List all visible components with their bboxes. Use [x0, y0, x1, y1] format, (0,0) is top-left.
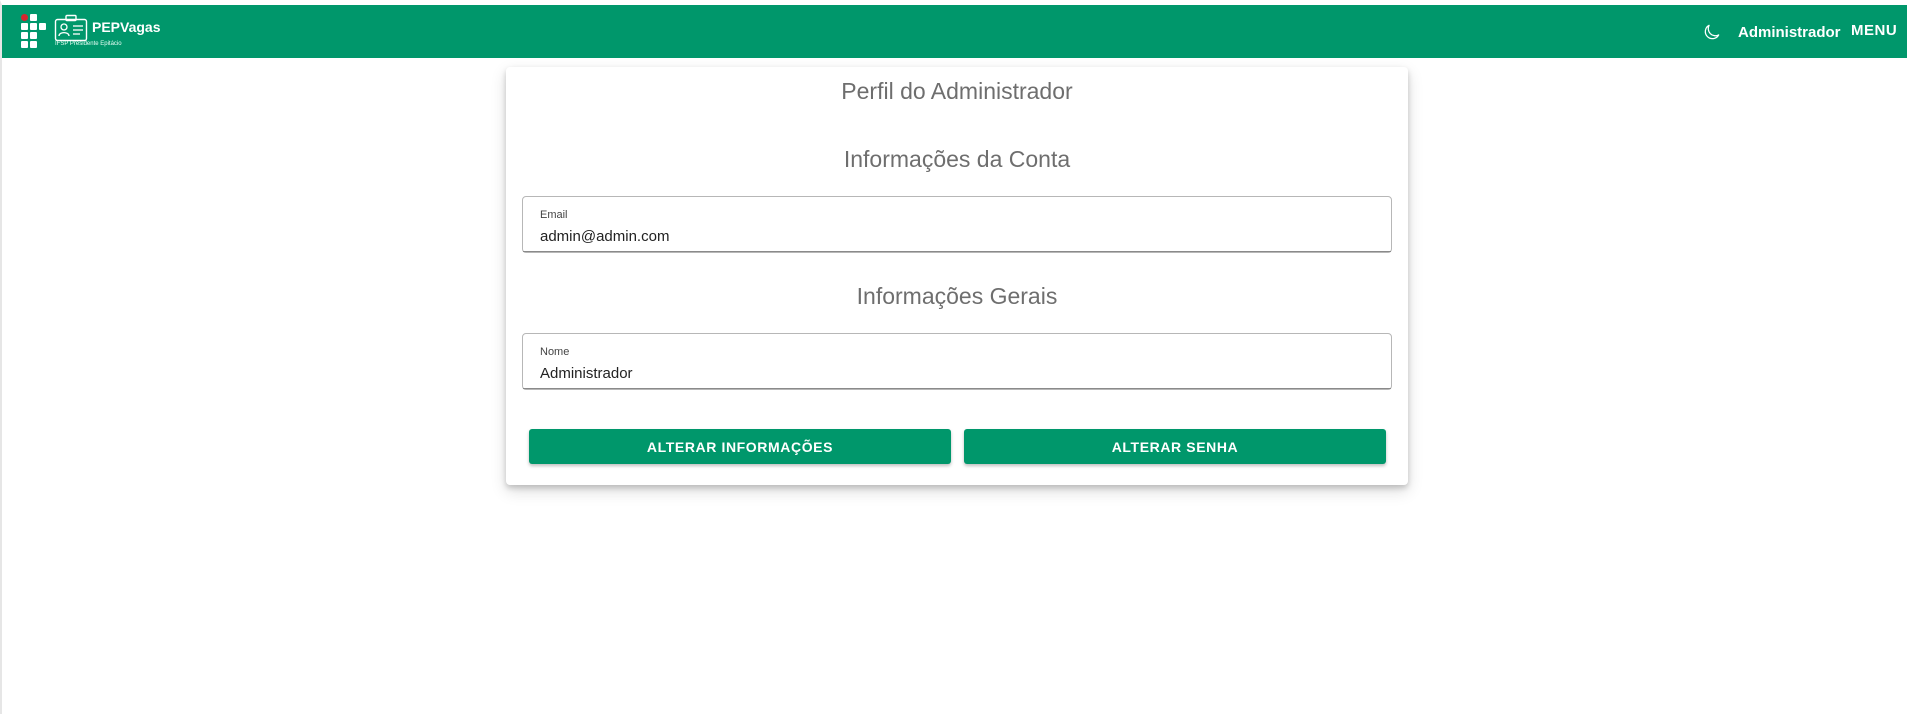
name-value[interactable]: Administrador: [540, 365, 633, 382]
profile-card: Perfil do Administrador Informações da C…: [506, 67, 1408, 485]
email-field[interactable]: Email admin@admin.com: [522, 196, 1392, 253]
brand-title[interactable]: PEPVagas: [92, 19, 161, 35]
top-app-bar: PEPVagas IFSP Presidente Epitácio Admini…: [2, 5, 1907, 58]
change-password-button[interactable]: ALTERAR SENHA: [964, 429, 1386, 464]
update-info-button[interactable]: ALTERAR INFORMAÇÕES: [529, 429, 951, 464]
ifsp-logo-icon[interactable]: [21, 14, 49, 52]
email-value[interactable]: admin@admin.com: [540, 228, 669, 245]
moon-icon[interactable]: [1702, 22, 1722, 42]
general-section-title: Informações Gerais: [856, 283, 1058, 309]
brand-subtitle: IFSP Presidente Epitácio: [55, 41, 122, 47]
page-title: Perfil do Administrador: [841, 78, 1073, 104]
account-section-title: Informações da Conta: [843, 146, 1071, 172]
menu-button[interactable]: MENU: [1851, 22, 1897, 39]
email-label: Email: [540, 209, 568, 221]
name-field[interactable]: Nome Administrador: [522, 333, 1392, 390]
id-badge-icon: [54, 14, 88, 42]
name-label: Nome: [540, 346, 570, 358]
user-name-button[interactable]: Administrador: [1738, 24, 1841, 41]
